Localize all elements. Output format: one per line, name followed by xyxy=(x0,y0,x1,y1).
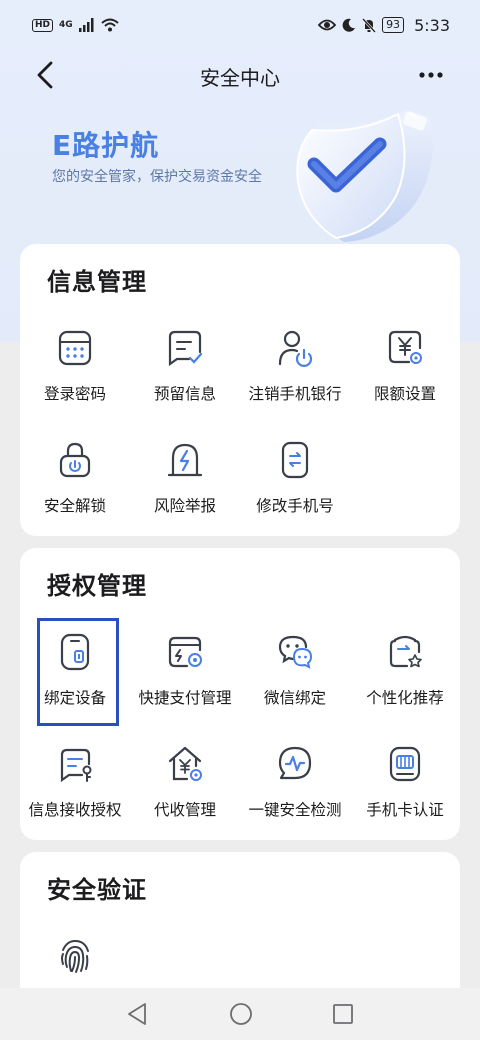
message-authorization-item[interactable]: 信息接收授权 xyxy=(20,732,130,842)
signal-icon xyxy=(78,18,94,32)
item-label: 信息接收授权 xyxy=(28,801,122,819)
cancel-mobile-banking-item[interactable]: 注销手机银行 xyxy=(240,316,350,426)
hero-title: E路护航 xyxy=(52,129,160,162)
reserved-info-item[interactable]: 预留信息 xyxy=(130,316,240,426)
wechat-icon xyxy=(278,635,313,669)
fingerprint-icon xyxy=(61,939,89,973)
section-title: 授权管理 xyxy=(47,572,147,600)
mute-bell-icon xyxy=(362,17,376,33)
item-label: 限额设置 xyxy=(373,385,436,403)
security-unlock-item[interactable]: 安全解锁 xyxy=(20,428,130,538)
unlock-icon xyxy=(59,442,91,478)
section-title: 信息管理 xyxy=(47,268,147,296)
nav-bar: 安全中心 xyxy=(0,50,480,100)
item-label: 登录密码 xyxy=(43,385,106,403)
network-type: 4G xyxy=(59,20,73,30)
collection-home-icon xyxy=(168,746,202,781)
selection-highlight xyxy=(37,618,119,726)
wechat-binding-item[interactable]: 微信绑定 xyxy=(240,620,350,730)
item-label: 手机卡认证 xyxy=(366,801,444,819)
change-phone-item[interactable]: 修改手机号 xyxy=(240,428,350,538)
page-title: 安全中心 xyxy=(200,66,280,90)
personalized-recommend-icon xyxy=(389,635,422,668)
item-label: 安全解锁 xyxy=(43,497,106,515)
item-label: 一键安全检测 xyxy=(248,801,342,819)
section-title: 安全验证 xyxy=(47,876,147,904)
limit-settings-item[interactable]: 限额设置 xyxy=(350,316,460,426)
item-label: 代收管理 xyxy=(153,801,216,819)
risk-report-icon xyxy=(167,443,203,477)
quick-pay-icon xyxy=(168,636,202,668)
status-bar: HD 4G 93 5:33 xyxy=(0,0,480,50)
personalized-recommend-item[interactable]: 个性化推荐 xyxy=(350,620,460,730)
item-label: 修改手机号 xyxy=(256,497,334,515)
user-power-icon xyxy=(278,330,313,367)
system-navigation-bar xyxy=(0,988,480,1040)
moon-icon xyxy=(342,18,356,32)
more-icon[interactable] xyxy=(414,58,448,92)
item-label: 微信绑定 xyxy=(263,689,326,707)
wifi-icon xyxy=(101,18,119,32)
shield-check-icon xyxy=(296,110,433,242)
message-auth-icon xyxy=(60,748,92,783)
hd-badge: HD xyxy=(32,18,54,32)
nav-home-icon[interactable] xyxy=(229,1002,253,1026)
clock: 5:33 xyxy=(414,15,450,35)
limit-yen-icon xyxy=(388,330,422,364)
item-label: 预留信息 xyxy=(153,385,216,403)
hero-subtitle: 您的安全管家，保护交易资金安全 xyxy=(52,169,262,185)
phone-swap-icon xyxy=(281,441,309,479)
sim-card-auth-item[interactable]: 手机卡认证 xyxy=(350,732,460,842)
item-label: 个性化推荐 xyxy=(366,689,444,707)
reserved-message-icon xyxy=(168,330,203,367)
battery-level: 93 xyxy=(382,17,405,33)
item-label: 风险举报 xyxy=(153,497,216,515)
sim-card-icon xyxy=(389,746,421,782)
quick-pay-item[interactable]: 快捷支付管理 xyxy=(130,620,240,730)
nav-recents-icon[interactable] xyxy=(332,1002,354,1026)
item-label: 注销手机银行 xyxy=(248,385,342,403)
info-management-card: 信息管理 登录密码 预留信息 注销手机银行 限额设置 安全解锁 风险举报 修改手… xyxy=(20,244,460,536)
collection-management-item[interactable]: 代收管理 xyxy=(130,732,240,842)
login-password-item[interactable]: 登录密码 xyxy=(20,316,130,426)
one-click-security-check-item[interactable]: 一键安全检测 xyxy=(240,732,350,842)
eye-icon xyxy=(318,19,337,31)
risk-report-item[interactable]: 风险举报 xyxy=(130,428,240,538)
password-grid-icon xyxy=(58,330,92,366)
nav-back-icon[interactable] xyxy=(126,1002,148,1026)
item-label: 快捷支付管理 xyxy=(138,689,232,707)
security-check-icon xyxy=(278,746,312,780)
